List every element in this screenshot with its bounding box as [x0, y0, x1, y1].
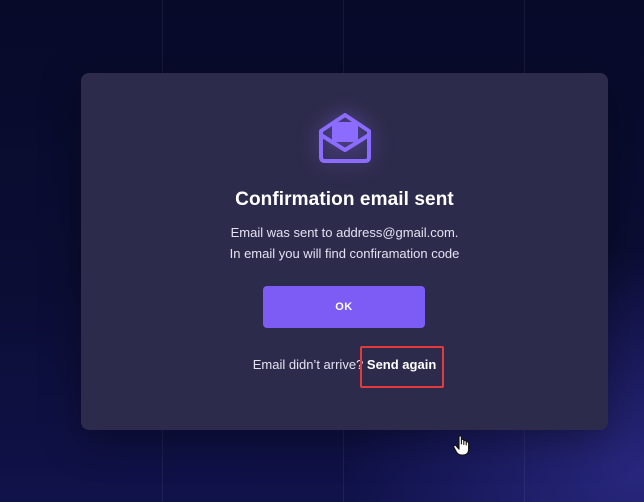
envelope-open-icon: [315, 109, 375, 165]
hand-pointer-icon: [452, 435, 472, 457]
resend-row: Email didn’t arrive? Send again: [81, 357, 608, 372]
modal-title: Confirmation email sent: [235, 189, 454, 210]
highlight-box: [360, 346, 444, 388]
ok-button[interactable]: OK: [263, 286, 425, 328]
message-line-2: In email you will find confiramation cod…: [229, 246, 460, 261]
message-line-1: Email was sent to address@gmail.com.: [230, 225, 459, 240]
confirmation-modal: Confirmation email sent Email was sent t…: [81, 73, 608, 430]
resend-prompt: Email didn’t arrive?: [252, 357, 364, 372]
